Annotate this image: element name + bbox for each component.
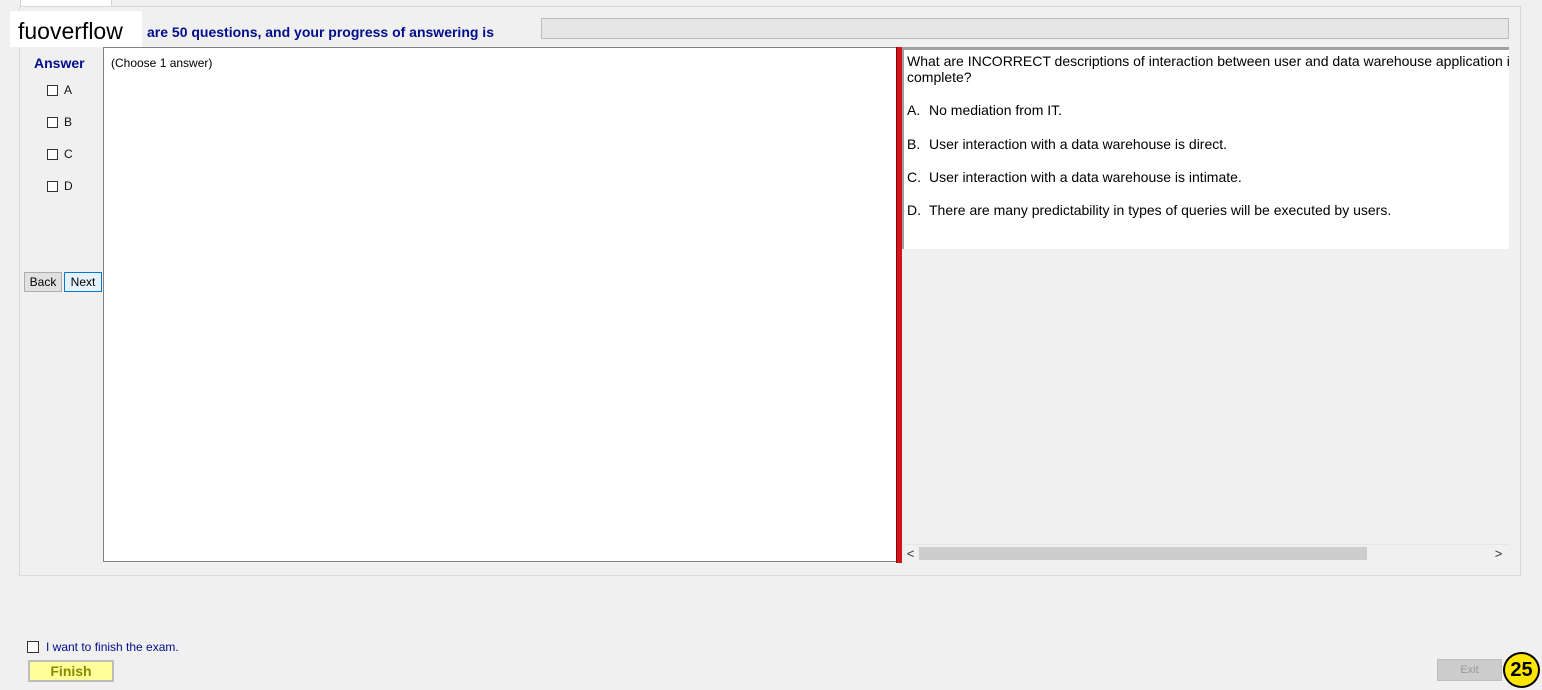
answer-title: Answer (34, 55, 85, 71)
exit-button[interactable]: Exit (1437, 659, 1502, 681)
option-c: C. User interaction with a data warehouse… (907, 169, 1242, 185)
finish-check-label: I want to finish the exam. (46, 640, 179, 654)
option-a: A. No mediation from IT. (907, 102, 1062, 118)
horizontal-scrollbar[interactable]: < > (902, 544, 1509, 562)
progress-bar (541, 18, 1509, 39)
choice-label: A (64, 83, 73, 97)
answer-hint: (Choose 1 answer) (111, 56, 213, 70)
choice-label: B (64, 115, 73, 129)
option-text: User interaction with a data warehouse i… (929, 136, 1228, 152)
option-b: B. User interaction with a data warehouse… (907, 136, 1227, 152)
watermark-label: fuoverflow (10, 11, 142, 47)
progress-label: are 50 questions, and your progress of a… (147, 24, 494, 40)
option-text: User interaction with a data warehouse i… (929, 169, 1242, 185)
choice-label: D (64, 179, 73, 193)
next-button[interactable]: Next (64, 272, 102, 292)
option-key: A. (907, 102, 921, 118)
page-number-badge: 25 (1503, 652, 1540, 688)
scroll-left-icon[interactable]: < (902, 545, 919, 562)
choice-d[interactable]: D (47, 179, 73, 193)
checkbox[interactable] (27, 641, 39, 653)
checkbox[interactable] (47, 148, 58, 160)
checkbox[interactable] (47, 180, 58, 192)
back-button[interactable]: Back (24, 272, 62, 292)
scroll-right-icon[interactable]: > (1490, 545, 1507, 562)
scrollbar-thumb[interactable] (919, 547, 1367, 560)
checkbox[interactable] (47, 84, 58, 96)
answer-text-box[interactable]: (Choose 1 answer) (103, 47, 898, 562)
choice-a[interactable]: A (47, 83, 72, 97)
option-key: B. (907, 136, 921, 152)
question-panel: What are INCORRECT descriptions of inter… (902, 47, 1509, 563)
finish-button[interactable]: Finish (28, 660, 114, 682)
choice-c[interactable]: C (47, 147, 73, 161)
option-text: No mediation from IT. (929, 102, 1063, 118)
finish-exam-checkbox[interactable]: I want to finish the exam. (27, 640, 179, 654)
option-d: D. There are many predictability in types… (907, 202, 1391, 218)
option-text: There are many predictability in types o… (929, 202, 1392, 218)
option-key: D. (907, 202, 921, 218)
option-key: C. (907, 169, 921, 185)
checkbox[interactable] (47, 116, 58, 128)
choice-b[interactable]: B (47, 115, 72, 129)
question-content: What are INCORRECT descriptions of inter… (902, 47, 1509, 249)
choice-label: C (64, 147, 73, 161)
question-text: What are INCORRECT descriptions of inter… (907, 53, 1509, 85)
